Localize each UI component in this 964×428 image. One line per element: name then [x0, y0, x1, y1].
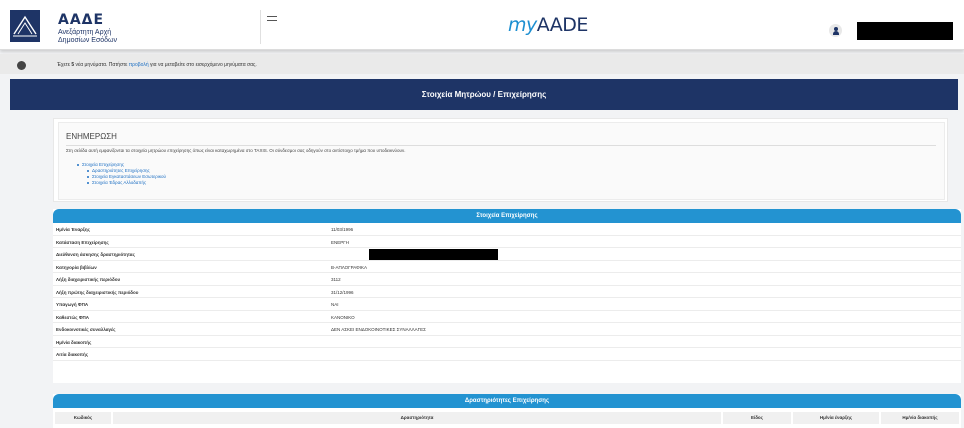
- msg-text-middle: νέα μηνύματα. Πατήστε: [75, 62, 128, 68]
- view-messages-link[interactable]: προβολή: [129, 62, 149, 68]
- company-details-panel: Στοιχεία Επιχείρησης Ημ/νία Έναρξης 11/03…: [53, 209, 961, 383]
- brand-suffix: AADE: [536, 14, 589, 36]
- bullet-icon: [87, 169, 89, 172]
- row-value: Β-ΑΠΛΟΓΡΑΦΙΚΑ: [331, 264, 368, 270]
- row-label: Κατάσταση Επιχείρησης: [56, 239, 109, 245]
- row-label: Λήξη διαχειριστικής περιόδου: [56, 277, 121, 282]
- column-header[interactable]: Είδος: [723, 412, 791, 424]
- row-label: Καθεστώς ΦΠΑ: [56, 314, 90, 320]
- column-header[interactable]: Ημ/νία έναρξης: [793, 412, 879, 424]
- top-navbar: ΑΑΔΕ Ανεξάρτητη Αρχή Δημοσίων Εσόδων myA…: [0, 0, 964, 50]
- brand-prefix: my: [508, 14, 537, 36]
- row-label: Ημ/νία διακοπής: [56, 339, 92, 345]
- row-value: ΚΑΝΟΝΙΚΟ: [331, 314, 355, 320]
- table-row: Ημ/νία διακοπής: [53, 336, 961, 348]
- activities-panel: Δραστηριότητες Επιχείρησης Κωδικός Δραστ…: [53, 394, 961, 428]
- row-value: 3112: [331, 277, 341, 282]
- company-panel-title: Στοιχεία Επιχείρησης: [53, 209, 961, 223]
- logo-title: ΑΑΔΕ: [58, 12, 105, 28]
- user-icon[interactable]: [829, 24, 842, 37]
- info-box: ΕΝΗΜΕΡΩΣΗ Στη σελίδα αυτή εμφανίζονται τ…: [53, 118, 948, 202]
- header-divider: [260, 10, 261, 44]
- row-label: Κατηγορία βιβλίων: [56, 264, 97, 270]
- table-row: Καθεστώς ΦΠΑ ΚΑΝΟΝΙΚΟ: [53, 311, 961, 323]
- list-item: Στοιχεία Έδρας Αλλοδαπής: [77, 180, 166, 186]
- info-links: Στοιχεία Επιχείρησης Δραστηριότητες Επιχ…: [77, 162, 166, 186]
- redacted-address: [369, 249, 498, 260]
- table-row: Κατηγορία βιβλίων Β-ΑΠΛΟΓΡΑΦΙΚΑ: [53, 261, 961, 273]
- table-row: Κατάσταση Επιχείρησης ΕΝΕΡΓΗ: [53, 236, 961, 248]
- message-icon: [17, 61, 26, 70]
- msg-text-after: για να μεταβείτε στο εισερχόμενο μηνύματ…: [150, 62, 257, 68]
- table-row: Υπαγωγή ΦΠΑ ΝΑΙ: [53, 298, 961, 311]
- table-row: Λήξη πρώτης διαχειριστικής περιόδου 31/12…: [53, 286, 961, 298]
- info-description: Στη σελίδα αυτή εμφανίζονται τα στοιχεία…: [66, 148, 406, 153]
- row-label: Λήξη πρώτης διαχειριστικής περιόδου: [56, 289, 139, 295]
- link-domestic-facilities[interactable]: Στοιχεία Εγκαταστάσεων Εσωτερικού: [92, 174, 166, 179]
- table-row: Λήξη διαχειριστικής περιόδου 3112: [53, 273, 961, 286]
- table-row: Διεύθυνση άσκησης δραστηριότητας: [53, 248, 961, 261]
- column-header[interactable]: Ημ/νία διακοπής: [881, 412, 959, 424]
- table-row: Ενδοκοινοτικές συναλλαγές ΔΕΝ ΑΣΚΕΙ ΕΝΔΟΚ…: [53, 323, 961, 336]
- row-value: 31/12/1996: [331, 289, 354, 295]
- messages-bar: Έχετε 5 νέα μηνύματα. Πατήστε προβολή γι…: [0, 54, 964, 74]
- row-value: ΔΕΝ ΑΣΚΕΙ ΕΝΔΟΚΟΙΝΟΤΙΚΕΣ ΣΥΝΑΛΛΑΓΕΣ: [331, 327, 426, 332]
- column-header[interactable]: Δραστηριότητα: [113, 412, 721, 424]
- info-divider: [66, 145, 936, 146]
- menu-icon[interactable]: [267, 16, 277, 21]
- redacted-username: [857, 22, 953, 40]
- row-label: Ημ/νία Έναρξης: [56, 227, 91, 232]
- logo-subtitle: Ανεξάρτητη Αρχή Δημοσίων Εσόδων: [58, 29, 118, 44]
- row-label: Υπαγωγή ΦΠΑ: [56, 302, 89, 307]
- link-company-info[interactable]: Στοιχεία Επιχείρησης: [82, 162, 124, 167]
- bullet-icon: [77, 163, 79, 166]
- aade-logo-icon[interactable]: [10, 10, 40, 42]
- row-value: ΕΝΕΡΓΗ: [331, 239, 349, 245]
- activities-panel-title: Δραστηριότητες Επιχείρησης: [53, 394, 961, 408]
- table-row: Αιτία διακοπής: [53, 348, 961, 361]
- row-value: 11/03/1996: [331, 227, 354, 232]
- link-foreign-seat[interactable]: Στοιχεία Έδρας Αλλοδαπής: [92, 180, 146, 185]
- page-title: Στοιχεία Μητρώου / Επιχείρησης: [10, 79, 958, 110]
- table-row: Ημ/νία Έναρξης 11/03/1996: [53, 223, 961, 236]
- row-label: Αιτία διακοπής: [56, 352, 89, 357]
- bullet-icon: [87, 175, 89, 178]
- link-activities[interactable]: Δραστηριότητες Επιχείρησης: [92, 168, 150, 173]
- msg-count: 5: [71, 62, 75, 68]
- activities-table-header: Κωδικός Δραστηριότητα Είδος Ημ/νία έναρξ…: [53, 412, 961, 424]
- info-inner: ΕΝΗΜΕΡΩΣΗ Στη σελίδα αυτή εμφανίζονται τ…: [58, 122, 945, 200]
- myaade-brand[interactable]: myAADE: [508, 14, 588, 36]
- msg-text-before: Έχετε: [57, 62, 70, 68]
- messages-text: Έχετε 5 νέα μηνύματα. Πατήστε προβολή γι…: [57, 62, 257, 68]
- row-label: Ενδοκοινοτικές συναλλαγές: [56, 327, 116, 332]
- row-label: Διεύθυνση άσκησης δραστηριότητας: [56, 252, 135, 257]
- row-value: ΝΑΙ: [331, 302, 339, 307]
- column-header[interactable]: Κωδικός: [55, 412, 111, 424]
- bullet-icon: [87, 181, 89, 184]
- info-title: ΕΝΗΜΕΡΩΣΗ: [66, 132, 117, 141]
